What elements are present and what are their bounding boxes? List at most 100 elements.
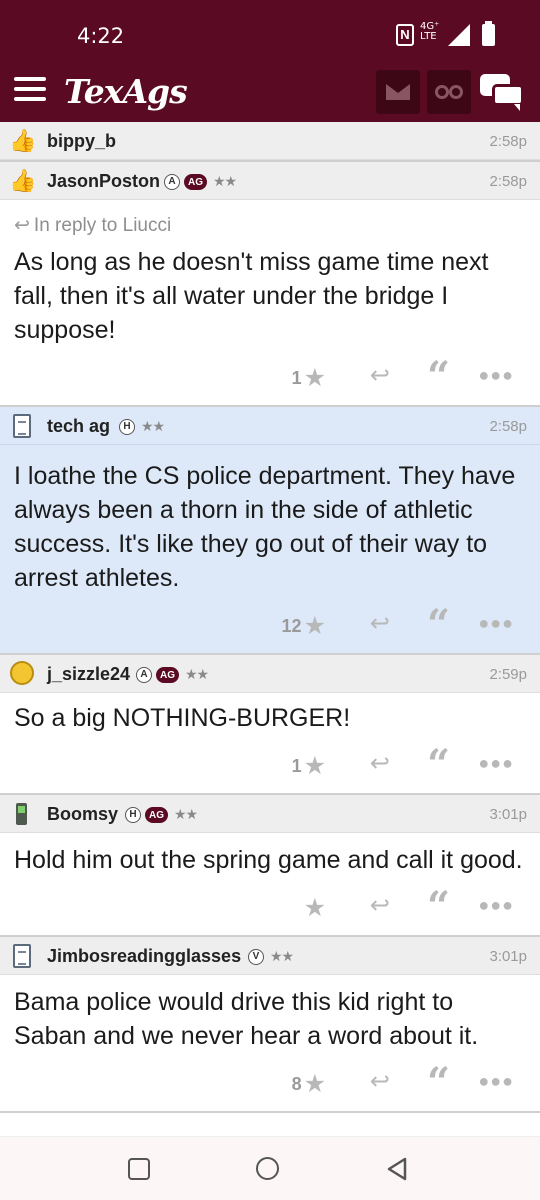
user-badges: V ★★ [248, 948, 294, 965]
post-header: j_sizzle24 A AG ★★ 2:59p [0, 655, 540, 693]
post-header: 👍 bippy_b 2:58p [0, 122, 540, 160]
star-icon: ★ [303, 612, 326, 640]
post-time: 3:01p [489, 948, 527, 965]
user-badges: H ★★ [119, 418, 165, 435]
reply-arrow-icon[interactable]: ↩ [370, 1067, 390, 1096]
ag-badge: AG [156, 666, 179, 683]
post: tech ag H ★★ 2:58p I loathe the CS polic… [0, 407, 540, 655]
user-stars: ★★ [174, 806, 198, 822]
post-time: 3:01p [489, 806, 527, 823]
reply-arrow-icon[interactable]: ↩ [370, 749, 390, 778]
smiley-icon [10, 661, 34, 685]
user-stars: ★★ [270, 948, 294, 964]
post-username[interactable]: JasonPoston [47, 171, 160, 192]
post-actions: 1 ★ ↩ “ ●●● [0, 735, 540, 793]
post-header: tech ag H ★★ 2:58p [0, 407, 540, 445]
post-time: 2:58p [489, 173, 527, 190]
badge: A [136, 666, 152, 683]
system-nav-bar [0, 1136, 540, 1200]
reply-arrow-icon[interactable]: ↩ [370, 361, 390, 390]
chat-bubbles-icon[interactable] [480, 74, 526, 111]
network-type-bottom: LTE [420, 31, 437, 42]
ag-badge: AG [145, 806, 168, 823]
star-button[interactable]: 1 ★ [292, 751, 326, 781]
network-indicator: 4G⁺ LTE [420, 22, 439, 42]
star-icon: ★ [303, 1070, 326, 1098]
site-logo[interactable]: TexAgs [64, 72, 188, 111]
quote-icon[interactable]: “ [427, 353, 450, 400]
status-time: 4:22 [77, 24, 125, 48]
quote-icon[interactable]: “ [427, 741, 450, 788]
thumbs-up-icon: 👍 [9, 128, 37, 153]
watch-button[interactable] [427, 70, 471, 114]
thumbs-up-icon: 👍 [9, 168, 37, 193]
post-time: 2:58p [489, 418, 527, 435]
app-header: TexAgs [0, 60, 540, 122]
star-icon: ★ [303, 752, 326, 780]
post-body: So a big NOTHING-BURGER! [14, 704, 351, 732]
post-time: 2:58p [489, 133, 527, 150]
document-icon [13, 944, 31, 968]
post-body: Bama police would drive this kid right t… [14, 988, 479, 1050]
badge: A [164, 173, 180, 190]
star-count: 8 [291, 1073, 302, 1094]
reply-arrow-icon[interactable]: ↩ [370, 609, 390, 638]
more-dots-icon[interactable]: ●●● [478, 613, 514, 634]
in-reply-to[interactable]: ↩ In reply to Liucci [0, 200, 540, 237]
user-badges: A AG ★★ [164, 173, 237, 190]
binoculars-icon [435, 85, 463, 99]
status-bar: 4:22 N 4G⁺ LTE [0, 0, 540, 60]
star-count: 1 [291, 755, 302, 776]
more-dots-icon[interactable]: ●●● [478, 895, 514, 916]
messages-button[interactable] [376, 70, 420, 114]
post-username[interactable]: Jimbosreadingglasses [47, 946, 241, 967]
post: Jimbosreadingglasses V ★★ 3:01p Bama pol… [0, 937, 540, 1113]
hamburger-menu-icon[interactable] [14, 77, 46, 103]
post-username[interactable]: tech ag [47, 416, 110, 437]
post-header: Boomsy H AG ★★ 3:01p [0, 795, 540, 833]
post-username[interactable]: bippy_b [47, 131, 116, 152]
post-actions: 12 ★ ↩ “ ●●● [0, 595, 540, 653]
phone-icon [16, 803, 27, 825]
post: 👍 bippy_b 2:58p [0, 122, 540, 162]
more-dots-icon[interactable]: ●●● [478, 365, 514, 386]
badge: V [248, 948, 264, 965]
post-body: Hold him out the spring game and call it… [14, 846, 523, 874]
reply-arrow-icon: ↩ [14, 215, 30, 236]
document-icon [13, 414, 31, 438]
user-badges: A AG ★★ [136, 666, 209, 683]
post-username[interactable]: j_sizzle24 [47, 664, 130, 685]
post-time: 2:59p [489, 666, 527, 683]
user-stars: ★★ [141, 418, 165, 434]
post-body: I loathe the CS police department. They … [14, 462, 516, 592]
battery-icon [482, 21, 495, 46]
more-dots-icon[interactable]: ●●● [478, 753, 514, 774]
star-icon: ★ [303, 894, 326, 922]
post: j_sizzle24 A AG ★★ 2:59p So a big NOTHIN… [0, 655, 540, 795]
post-header: Jimbosreadingglasses V ★★ 3:01p [0, 937, 540, 975]
thread-feed: 👍 bippy_b 2:58p 👍 JasonPoston A AG ★★ 2:… [0, 122, 540, 1136]
more-dots-icon[interactable]: ●●● [478, 1071, 514, 1092]
nfc-icon: N [396, 24, 414, 46]
ag-badge: AG [184, 173, 207, 190]
user-stars: ★★ [213, 173, 237, 189]
quote-icon[interactable]: “ [427, 1059, 450, 1106]
post: 👍 JasonPoston A AG ★★ 2:58p ↩ In reply to… [0, 162, 540, 407]
signal-icon [448, 24, 470, 46]
quote-icon[interactable]: “ [427, 601, 450, 648]
star-button[interactable]: 12 ★ [282, 611, 326, 641]
post-username[interactable]: Boomsy [47, 804, 118, 825]
post-header: 👍 JasonPoston A AG ★★ 2:58p [0, 162, 540, 200]
square-icon[interactable] [128, 1158, 150, 1180]
star-count: 1 [291, 367, 302, 388]
circle-icon[interactable] [256, 1157, 279, 1180]
star-button[interactable]: 1 ★ [292, 363, 326, 393]
star-icon: ★ [303, 364, 326, 392]
star-button[interactable]: 8 ★ [292, 1069, 326, 1099]
triangle-back-icon[interactable] [385, 1156, 409, 1182]
star-button[interactable]: ★ [302, 893, 326, 923]
quote-icon[interactable]: “ [427, 883, 450, 930]
badge: H [125, 806, 141, 823]
reply-arrow-icon[interactable]: ↩ [370, 891, 390, 920]
user-badges: H AG ★★ [125, 806, 198, 823]
